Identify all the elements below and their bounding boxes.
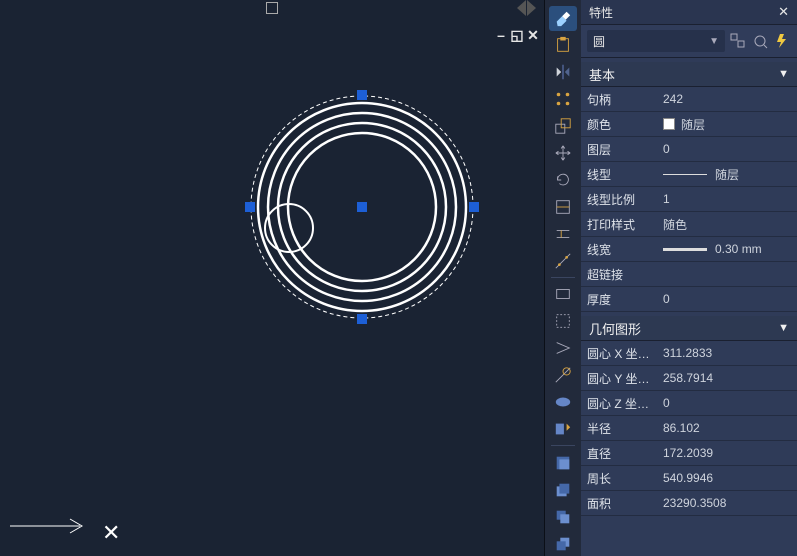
send-back-icon[interactable] xyxy=(549,531,577,556)
collapse-icon: ▼ xyxy=(778,68,789,80)
prop-cx-label: 圆心 X 坐… xyxy=(581,341,657,365)
trim-icon[interactable] xyxy=(549,194,577,219)
pattern-icon[interactable] xyxy=(549,87,577,112)
grip-bottom[interactable] xyxy=(357,314,367,324)
prop-layer-value[interactable]: 0 xyxy=(657,137,797,161)
prop-d-label: 直径 xyxy=(581,441,657,465)
prop-hyperlink-label: 超链接 xyxy=(581,262,657,286)
prop-ltscale-label: 线型比例 xyxy=(581,187,657,211)
rotate-icon[interactable] xyxy=(549,167,577,192)
rectangle-icon[interactable] xyxy=(549,282,577,307)
prop-r-value[interactable]: 86.102 xyxy=(657,416,797,440)
prop-cx-value[interactable]: 311.2833 xyxy=(657,341,797,365)
object-type-select[interactable]: 圆 ▼ xyxy=(587,30,725,52)
grip-center[interactable] xyxy=(357,202,367,212)
flash-icon[interactable] xyxy=(773,32,791,50)
eraser-icon[interactable] xyxy=(549,6,577,31)
prop-ltscale-value[interactable]: 1 xyxy=(657,187,797,211)
area-icon[interactable] xyxy=(549,309,577,334)
prop-a-value[interactable]: 23290.3508 xyxy=(657,491,797,515)
prop-cz-value[interactable]: 0 xyxy=(657,391,797,415)
collapse-icon: ▼ xyxy=(778,322,789,334)
clipboard-icon[interactable] xyxy=(549,33,577,58)
prop-r-label: 半径 xyxy=(581,416,657,440)
prop-hyperlink-value[interactable] xyxy=(657,262,797,286)
prop-plotstyle-label: 打印样式 xyxy=(581,212,657,236)
prop-lineweight-label: 线宽 xyxy=(581,237,657,261)
prop-c-label: 周长 xyxy=(581,466,657,490)
panel-title: 特性 xyxy=(589,4,613,21)
mirror-icon[interactable] xyxy=(549,60,577,85)
prop-d-value[interactable]: 172.2039 xyxy=(657,441,797,465)
offset-icon[interactable] xyxy=(549,221,577,246)
prop-cz-label: 圆心 Z 坐… xyxy=(581,391,657,415)
properties-panel: 特性 ✕ 圆 ▼ 基本 ▼ 句柄242 颜色随层 图层0 线型随层 线型比例1 … xyxy=(581,0,797,556)
ucs-x-icon: ✕ xyxy=(102,520,120,546)
object-type-label: 圆 xyxy=(593,33,605,50)
divide-icon[interactable] xyxy=(549,248,577,273)
grip-top[interactable] xyxy=(357,90,367,100)
drawing-svg xyxy=(0,0,544,556)
grip-right[interactable] xyxy=(469,202,479,212)
prop-thickness-label: 厚度 xyxy=(581,287,657,311)
chevron-down-icon: ▼ xyxy=(709,36,719,47)
panel-close-icon[interactable]: ✕ xyxy=(778,4,789,20)
section-geom-head[interactable]: 几何图形 ▼ xyxy=(581,316,797,341)
prop-cy-value[interactable]: 258.7914 xyxy=(657,366,797,390)
drawing-canvas[interactable]: – ◱ ✕ ✕ xyxy=(0,0,544,556)
purge-icon[interactable] xyxy=(549,417,577,442)
panel-header: 特性 ✕ xyxy=(581,0,797,25)
toggle-pips-icon[interactable] xyxy=(729,32,747,50)
modify-toolbar xyxy=(544,0,581,556)
section-basic-title: 基本 xyxy=(589,65,615,84)
join-icon[interactable] xyxy=(549,336,577,361)
prop-linetype-label: 线型 xyxy=(581,162,657,186)
scale-icon[interactable] xyxy=(549,114,577,139)
order-icon[interactable] xyxy=(549,504,577,529)
color-swatch-icon xyxy=(663,118,675,130)
prop-cy-label: 圆心 Y 坐… xyxy=(581,366,657,390)
grip-left[interactable] xyxy=(245,202,255,212)
hatch-icon[interactable] xyxy=(549,450,577,475)
prop-color-value[interactable]: 随层 xyxy=(657,112,797,136)
prop-linetype-value[interactable]: 随层 xyxy=(657,162,797,186)
object-type-row: 圆 ▼ xyxy=(581,25,797,58)
lineweight-swatch-icon xyxy=(663,248,707,251)
quick-select-icon[interactable] xyxy=(751,32,769,50)
prop-plotstyle-value[interactable]: 随色 xyxy=(657,212,797,236)
prop-handle-value: 242 xyxy=(657,87,797,111)
prop-lineweight-value[interactable]: 0.30 mm xyxy=(657,237,797,261)
section-geom-title: 几何图形 xyxy=(589,319,641,338)
prop-layer-label: 图层 xyxy=(581,137,657,161)
move-icon[interactable] xyxy=(549,141,577,166)
prop-color-label: 颜色 xyxy=(581,112,657,136)
prop-handle-label: 句柄 xyxy=(581,87,657,111)
prop-c-value[interactable]: 540.9946 xyxy=(657,466,797,490)
prop-thickness-value[interactable]: 0 xyxy=(657,287,797,311)
bring-front-icon[interactable] xyxy=(549,477,577,502)
ellipse-icon[interactable] xyxy=(549,390,577,415)
ucs-axis-icon xyxy=(10,514,90,538)
prop-a-label: 面积 xyxy=(581,491,657,515)
linetype-swatch-icon xyxy=(663,174,707,175)
tangent-icon[interactable] xyxy=(549,363,577,388)
section-basic-head[interactable]: 基本 ▼ xyxy=(581,62,797,87)
